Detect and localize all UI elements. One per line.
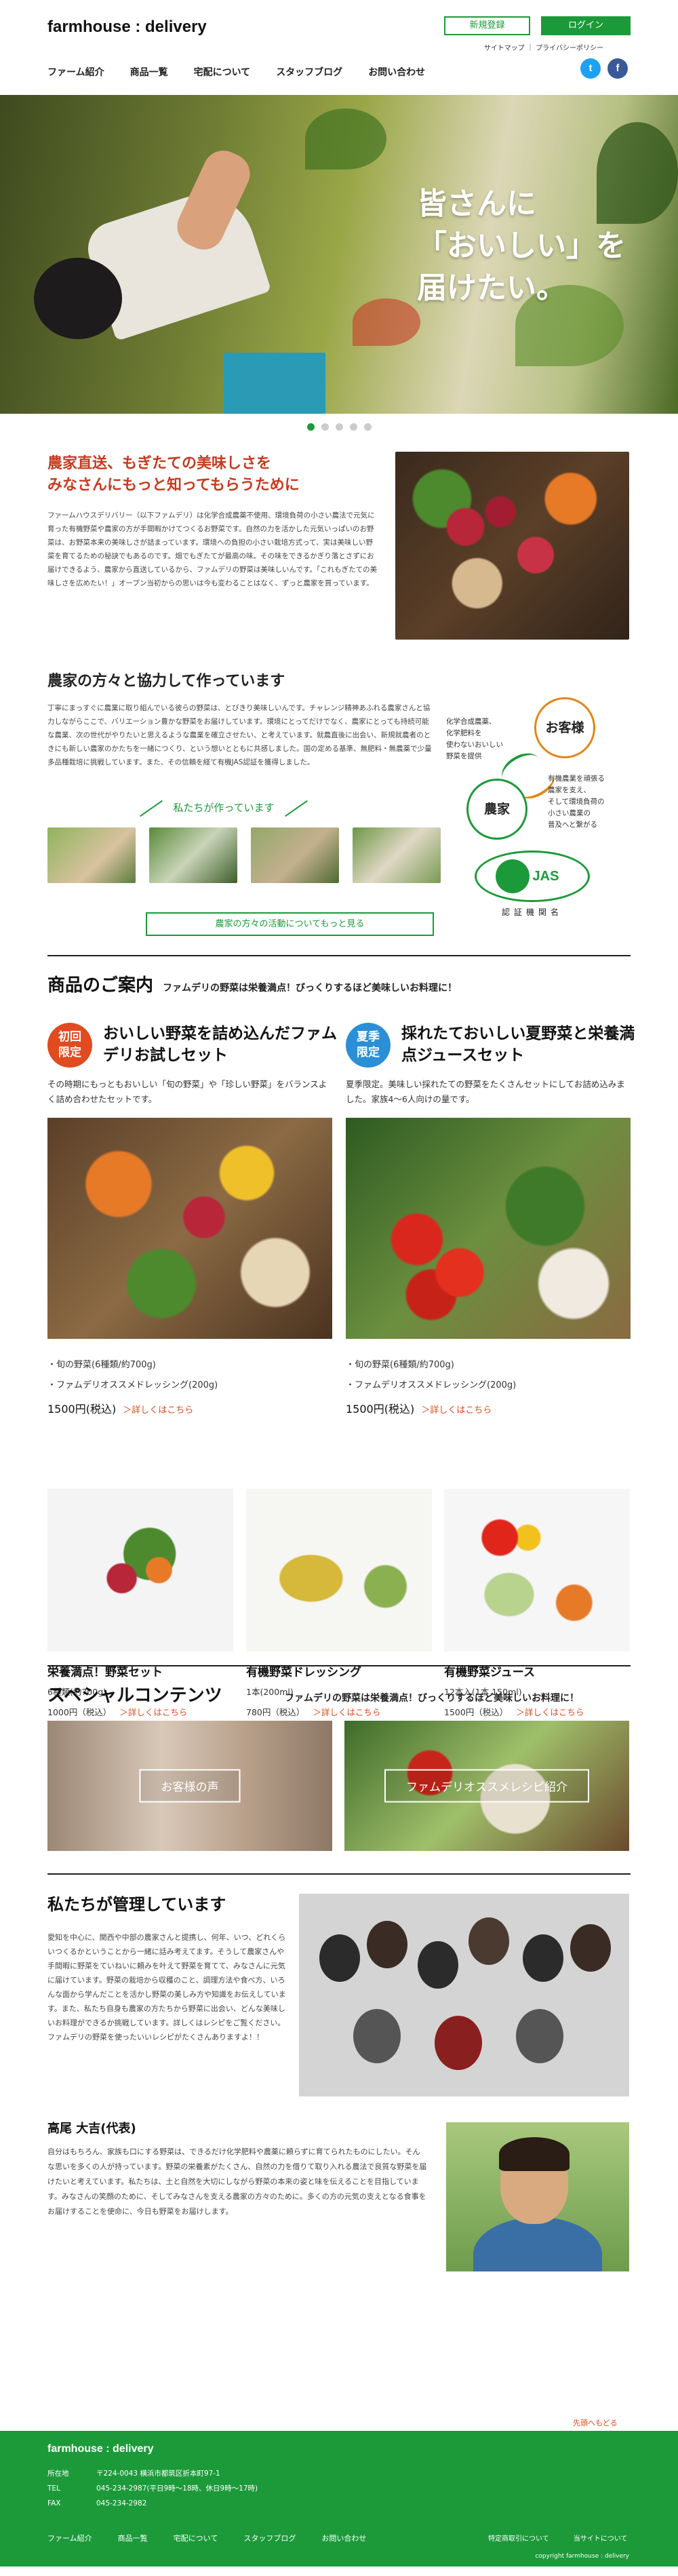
products-section: 商品のご案内 ファムデリの野菜は栄養満点！びっくりするほど美味しいお料理に！ 初…: [0, 956, 678, 1717]
intro-section: 農家直送、もぎたての美味しさを みなさんにもっと知ってもらうために ファームハウ…: [0, 440, 678, 663]
slider-dot[interactable]: [335, 423, 343, 431]
intro-body: ファームハウスデリバリー（以下ファムデリ）は化学合成農薬不使用、環境負荷の小さい…: [47, 511, 378, 587]
footer-nav: ファーム紹介 商品一覧 宅配について スタッフブログ お問い合わせ: [47, 2533, 366, 2543]
leaf-decoration: [305, 109, 386, 170]
footer-nav-blog[interactable]: スタッフブログ: [243, 2533, 296, 2543]
slider-dot[interactable]: [349, 423, 357, 431]
partner-body: 丁寧にまっすぐに農業に取り組んでいる彼らの野菜は、とびきり美味しいんです。チャレ…: [47, 704, 432, 766]
site-header: farmhouse : delivery 新規登録 ログイン サイトマップ ｜ …: [0, 0, 678, 95]
limited-badge: 初回 限定: [47, 1023, 92, 1068]
farmers-more-button[interactable]: 農家の方々の活動についてもっと見る: [146, 912, 434, 936]
utility-links: サイトマップ ｜ プライバシーポリシー: [484, 42, 603, 52]
cycle-text-customer: 化学合成農薬、 化学肥料を 使わないおいしい 野菜を提供: [446, 718, 503, 760]
slider-dot[interactable]: [306, 423, 315, 431]
basket-image: [224, 353, 325, 414]
farmer-photo[interactable]: [251, 827, 339, 883]
back-to-top-link[interactable]: 先頭へもどる: [573, 2417, 618, 2428]
staff-group-photo: [299, 1894, 629, 2096]
intro-title: 農家直送、もぎたての美味しさを みなさんにもっと知ってもらうために: [47, 455, 300, 494]
privacy-link[interactable]: プライバシーポリシー: [536, 45, 603, 52]
farmer-photos: [47, 827, 441, 883]
cycle-text-farmer: 有機農業を頑張る 農家を支え、 そして環境負荷の 小さい農業の 普及へと繋がる: [548, 775, 605, 829]
banner-caption: お客様の声: [139, 1769, 241, 1803]
company-info: 所在地 〒224-0043 横浜市都筑区折本町97-1 TEL 045-234-29…: [47, 2470, 258, 2507]
site-footer: farmhouse : delivery 所在地 〒224-0043 横浜市都筑区…: [0, 2431, 678, 2567]
ceo-name: 高尾 大吉(代表): [47, 2122, 136, 2136]
management-section: 私たちが管理しています 愛知を中心に、関西や中部の農家さんと提携し、何年、いつ、…: [0, 1875, 678, 2431]
nav-products[interactable]: 商品一覧: [130, 65, 168, 79]
footer-sub-links: 特定商取引について 当サイトについて: [488, 2533, 627, 2543]
product-items: ・旬の野菜(6種類/約700g) ・ファムデリオススメドレッシング(200g): [346, 1360, 517, 1390]
special-section: スペシャルコンテンツ ファムデリの野菜は栄養満点！びっくりするほど美味しいお料理…: [0, 1666, 678, 1873]
register-button[interactable]: 新規登録: [444, 16, 530, 35]
copyright: copyright farmhouse : delivery: [535, 2553, 629, 2560]
jas-mark: JAS 認証機関名: [475, 851, 590, 918]
farmer-photo[interactable]: [47, 827, 136, 883]
tomato-decoration: [353, 298, 420, 346]
limited-badge: 夏季 限定: [346, 1023, 391, 1068]
detail-link[interactable]: ＞詳しくはこちら: [123, 1405, 193, 1416]
jas-label: 認証機関名: [501, 908, 563, 917]
product-desc: 夏季限定。美味しい採れたての野菜をたくさんセットにしてお詰め込みました。家族4〜…: [346, 1079, 625, 1104]
customer-circle: お客様: [534, 697, 595, 758]
footer-nav-delivery[interactable]: 宅配について: [174, 2533, 218, 2543]
product-title: 採れたておいしい夏野菜と栄養満点ジュースセット: [401, 1025, 635, 1064]
facebook-icon[interactable]: f: [607, 58, 628, 79]
product-title: おいしい野菜を詰め込んだファムデリお試しセット: [103, 1025, 337, 1064]
ceo-portrait: [446, 2122, 629, 2271]
login-button[interactable]: ログイン: [541, 16, 631, 35]
commerce-law-link[interactable]: 特定商取引について: [488, 2533, 549, 2543]
footer-logo: farmhouse : delivery: [47, 2443, 154, 2455]
detail-link[interactable]: ＞詳しくはこちら: [421, 1405, 492, 1416]
jas-logo-icon: JAS: [475, 851, 590, 902]
footer-nav-farm[interactable]: ファーム紹介: [47, 2533, 92, 2543]
partner-title: 農家の方々と協力して作っています: [47, 673, 285, 690]
recipe-banner[interactable]: ファムデリオススメレシピ紹介: [344, 1721, 629, 1851]
special-title: スペシャルコンテンツ: [47, 1685, 222, 1706]
farmer-photo[interactable]: [149, 827, 237, 883]
footer-nav-contact[interactable]: お問い合わせ: [321, 2533, 366, 2543]
partner-section: 農家の方々と協力して作っています 丁寧にまっすぐに農業に取り組んでいる彼らの野菜…: [0, 663, 678, 955]
nav-contact[interactable]: お問い合わせ: [368, 65, 425, 79]
farmer-figure: [14, 144, 272, 400]
nav-blog[interactable]: スタッフブログ: [276, 65, 342, 79]
product-desc: その時期にもっともおいしい「旬の野菜」や「珍しい野菜」をバランスよく詰め合わせた…: [47, 1079, 327, 1104]
vegetable-basket-photo: [395, 452, 629, 640]
site-logo[interactable]: farmhouse : delivery: [47, 18, 207, 37]
juice-photo: [444, 1489, 630, 1652]
footer-nav-products[interactable]: 商品一覧: [118, 2533, 148, 2543]
product-price: 1500円(税込) ＞詳しくはこちら: [346, 1403, 492, 1416]
hero-copy: 皆さんに 「おいしい」を 届けたい。: [417, 187, 626, 305]
banner-caption: ファムデリオススメレシピ紹介: [384, 1769, 589, 1803]
twitter-icon[interactable]: t: [580, 58, 601, 79]
nav-farm[interactable]: ファーム紹介: [47, 65, 104, 79]
slider-dots: [0, 414, 678, 440]
product-price: 1500円(税込) ＞詳しくはこちら: [47, 1403, 194, 1416]
hero-slider[interactable]: 皆さんに 「おいしい」を 届けたい。: [0, 95, 678, 414]
about-site-link[interactable]: 当サイトについて: [574, 2533, 628, 2543]
farmers-heading: 私たちが作っています: [88, 800, 359, 815]
divider: ｜: [527, 45, 536, 52]
products-title: 商品のご案内: [47, 975, 154, 996]
farmer-photo[interactable]: [353, 827, 441, 883]
customer-voice-banner[interactable]: お客様の声: [47, 1721, 332, 1851]
vegetable-set-photo: [47, 1489, 233, 1652]
dressing-photo: [246, 1489, 432, 1652]
management-title: 私たちが管理しています: [47, 1895, 226, 1914]
summer-set-photo: [346, 1118, 631, 1339]
sitemap-link[interactable]: サイトマップ: [484, 45, 525, 52]
slider-dot[interactable]: [363, 423, 372, 431]
global-nav: ファーム紹介 商品一覧 宅配について スタッフブログ お問い合わせ: [47, 65, 425, 79]
farmer-circle: 農家: [466, 779, 527, 840]
special-subtitle: ファムデリの野菜は栄養満点！びっくりするほど美味しいお料理に！: [285, 1693, 579, 1704]
management-body: 愛知を中心に、関西や中部の農家さんと提携し、何年、いつ、どれくらいつくるかという…: [47, 1933, 286, 2042]
products-subtitle: ファムデリの野菜は栄養満点！びっくりするほど美味しいお料理に！: [163, 983, 457, 994]
product-items: ・旬の野菜(6種類/約700g) ・ファムデリオススメドレッシング(200g): [47, 1360, 218, 1390]
trial-set-photo: [47, 1118, 332, 1339]
slider-dot[interactable]: [321, 423, 329, 431]
nav-delivery[interactable]: 宅配について: [194, 65, 251, 79]
ceo-message: 自分はもちろん、家族も口にする野菜は、できるだけ化学肥料や農薬に頼らずに育てられ…: [47, 2147, 427, 2216]
